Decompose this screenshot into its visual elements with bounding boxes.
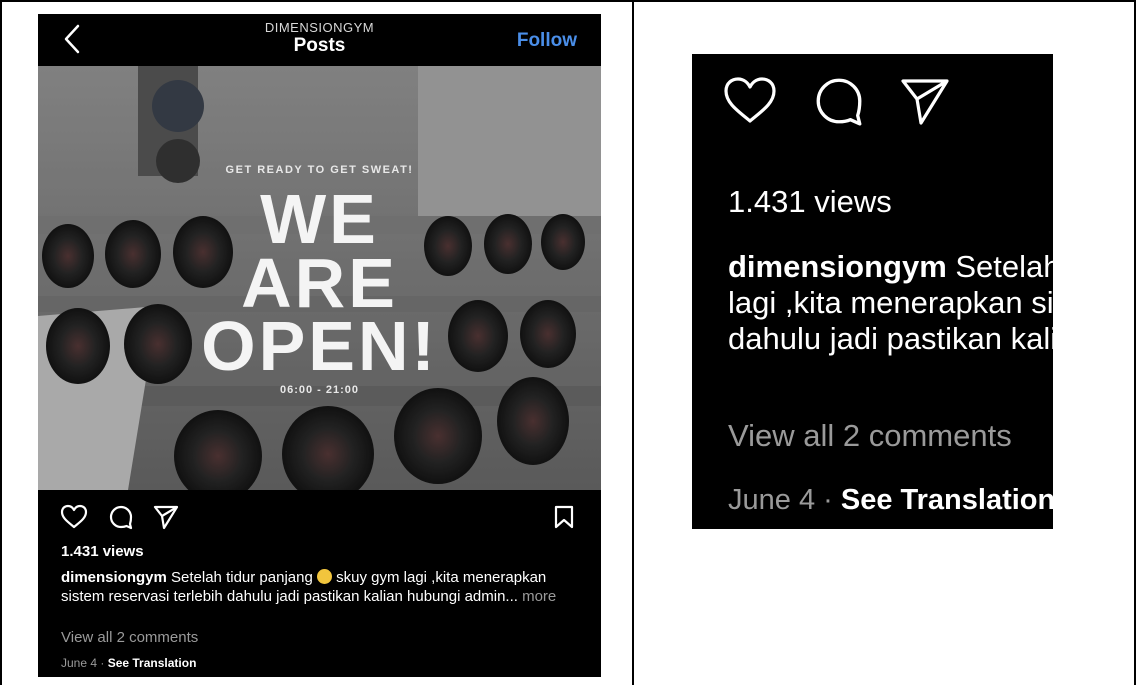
caption-username[interactable]: dimensiongym	[61, 569, 167, 586]
zoom-caption-line-3: dahulu jadi pastikan kalia	[728, 321, 1053, 356]
paper-plane-icon[interactable]	[152, 504, 180, 535]
zoom-caption-line-1-text: Setelah t	[955, 249, 1053, 284]
view-comments-link[interactable]: View all 2 comments	[61, 629, 198, 646]
bookmark-icon[interactable]	[553, 504, 575, 535]
sleepy-face-emoji	[316, 569, 332, 584]
image-tagline: GET READY TO GET SWEAT!	[225, 164, 414, 176]
caption-text-part-1: Setelah tidur panjang	[166, 569, 317, 586]
heart-icon[interactable]	[722, 74, 778, 133]
post-date: June 4	[61, 656, 98, 670]
view-count: 1.431 views	[61, 543, 144, 560]
post-meta: June 4 · See Translation	[61, 656, 196, 670]
meta-separator: ·	[97, 656, 108, 670]
zoom-view-count: 1.431 views	[728, 184, 892, 219]
zoom-caption-username[interactable]: dimensiongym	[728, 249, 947, 284]
zoom-post-date: June 4	[728, 484, 816, 516]
heart-icon[interactable]	[60, 504, 88, 535]
zoom-see-translation-link[interactable]: See Translation	[841, 484, 1053, 516]
document-border-left	[0, 0, 2, 685]
post-header: DIMENSIONGYM Posts Follow	[38, 14, 601, 66]
zoom-view-comments-link[interactable]: View all 2 comments	[728, 418, 1012, 454]
image-headline-line-3: OPEN!	[201, 307, 438, 385]
comment-bubble-icon[interactable]	[108, 504, 134, 535]
zoom-caption: dimensiongym Setelah t lagi ,kita menera…	[728, 249, 1053, 357]
see-translation-link[interactable]: See Translation	[108, 656, 197, 670]
image-opening-hours: 06:00 - 21:00	[279, 384, 360, 396]
zoom-meta-separator: ·	[815, 484, 841, 516]
comment-bubble-icon[interactable]	[812, 74, 866, 133]
zoom-caption-line-1: dimensiongym Setelah t	[728, 249, 1053, 285]
post-image[interactable]: GET READY TO GET SWEAT! WE ARE OPEN! 06:…	[38, 66, 601, 490]
zoomed-caption-crop: 1.431 views dimensiongym Setelah t lagi …	[692, 54, 1053, 529]
paper-plane-icon[interactable]	[897, 74, 953, 133]
instagram-post-screen: DIMENSIONGYM Posts Follow GET READY TO G…	[38, 14, 601, 677]
follow-button[interactable]: Follow	[517, 30, 577, 52]
post-caption: dimensiongym Setelah tidur panjang skuy …	[61, 568, 581, 606]
zoom-post-meta: June 4 · See Translation	[728, 484, 1053, 517]
caption-more-link[interactable]: more	[522, 588, 556, 605]
document-column-divider	[632, 0, 634, 685]
post-action-bar	[38, 490, 601, 540]
zoom-caption-line-2: lagi ,kita menerapkan sis	[728, 285, 1053, 320]
document-border-top	[0, 0, 1136, 2]
